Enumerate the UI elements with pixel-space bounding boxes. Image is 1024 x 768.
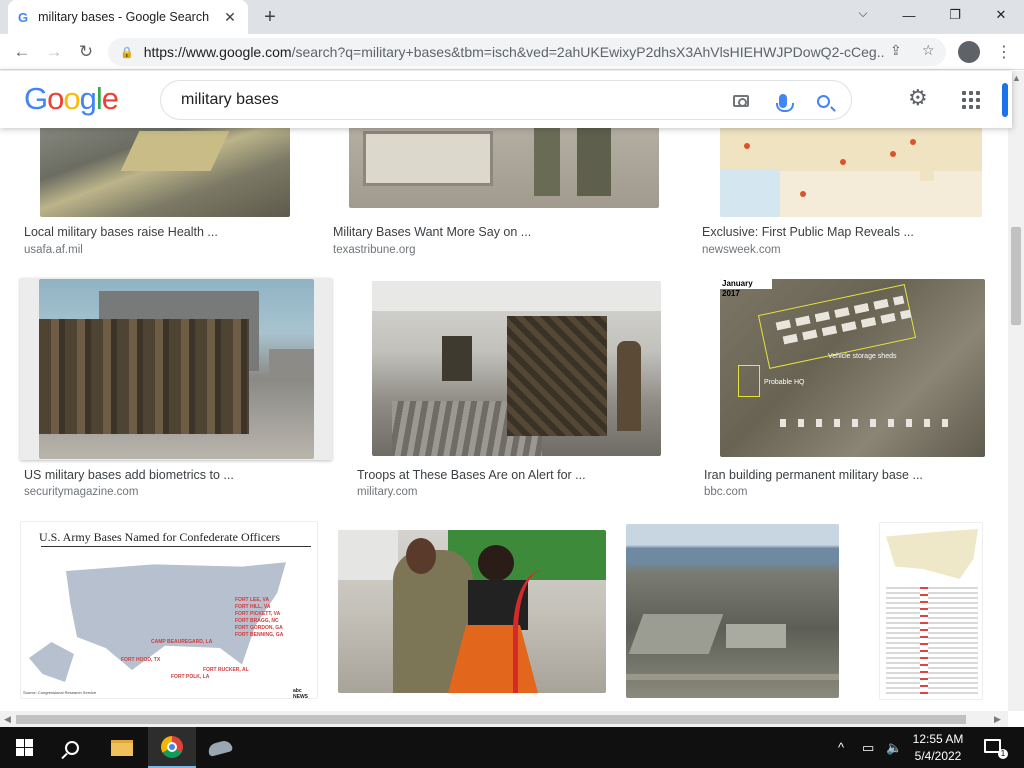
result-image-7[interactable]: U.S. Army Bases Named for Confederate Of… [20, 521, 318, 699]
tab-close-icon[interactable]: ✕ [222, 9, 238, 26]
logo-letter: g [79, 81, 97, 116]
result-source[interactable]: usafa.af.mil [24, 244, 83, 256]
search-icon [65, 740, 79, 755]
search-icon[interactable] [813, 91, 833, 111]
start-button[interactable] [0, 727, 48, 768]
google-logo[interactable]: Google [24, 81, 119, 117]
result-caption[interactable]: Troops at These Bases Are on Alert for .… [357, 468, 586, 482]
logo-letter: o [63, 81, 80, 116]
settings-gear-icon[interactable]: ⚙ [908, 85, 928, 111]
volume-icon[interactable]: 🔈 [886, 727, 902, 768]
result-caption[interactable]: Iran building permanent military base ..… [704, 468, 923, 482]
sign-in-button[interactable] [1002, 83, 1008, 117]
result-source[interactable]: securitymagazine.com [24, 486, 138, 498]
result-caption[interactable]: Military Bases Want More Say on ... [333, 225, 531, 239]
scroll-right-arrow-icon[interactable]: ▶ [994, 714, 1001, 725]
forward-button[interactable]: → [42, 40, 66, 64]
bookmark-star-icon[interactable]: ☆ [922, 42, 935, 59]
result-caption[interactable]: US military bases add biometrics to ... [24, 468, 234, 482]
windows-taskbar: ^ ▭ 🔈 12:55 AM 5/4/2022 1 [0, 727, 1024, 768]
result-source[interactable]: bbc.com [704, 486, 747, 498]
army-map-source: Source: Congressional Research Service [23, 690, 97, 695]
tab-search-chevron-icon[interactable]: ⌵ [852, 6, 874, 21]
microphone-icon[interactable] [773, 91, 794, 112]
army-map-title: U.S. Army Bases Named for Confederate Of… [39, 530, 281, 544]
network-icon[interactable]: ▭ [862, 727, 874, 768]
logo-letter: G [24, 81, 48, 116]
chrome-icon [161, 735, 183, 758]
reload-button[interactable]: ↻ [74, 40, 98, 64]
army-map-label: FORT HOOD, TX [121, 657, 161, 663]
search-box [160, 80, 852, 120]
google-favicon-icon: G [18, 9, 29, 25]
result-source[interactable]: texastribune.org [333, 244, 415, 256]
result-image-8[interactable] [338, 530, 606, 693]
clock-time: 12:55 AM [912, 732, 964, 746]
profile-avatar[interactable] [958, 41, 980, 63]
tab-google-search[interactable]: G military bases - Google Search ✕ [8, 0, 248, 34]
result-image-5[interactable] [372, 281, 661, 456]
mouse-app-button[interactable] [196, 727, 244, 768]
google-apps-icon[interactable] [962, 91, 980, 109]
windows-logo-icon [15, 739, 33, 756]
vertical-scroll-thumb[interactable] [1011, 227, 1021, 325]
browser-toolbar: ← → ↻ 🔒 https://www.google.com/search?q=… [0, 34, 1024, 70]
result-caption[interactable]: Exclusive: First Public Map Reveals ... [702, 225, 914, 239]
url-text: https://www.google.com/search?q=military… [143, 44, 884, 60]
minimize-button[interactable]: — [886, 0, 932, 30]
lock-icon[interactable]: 🔒 [120, 46, 134, 59]
army-map-labels: FORT LEE, VA FORT HILL, VA FORT PICKETT, V… [235, 597, 284, 638]
address-bar[interactable]: 🔒 https://www.google.com/search?q=milita… [108, 38, 946, 66]
result-image-6[interactable]: January 2017 Vehicle storage sheds Proba… [720, 279, 985, 457]
army-map-label: FORT RUCKER, AL [203, 667, 249, 673]
result-image-10[interactable] [879, 522, 983, 700]
image-results-grid: Local military bases raise Health ... us… [0, 71, 1008, 711]
new-tab-button[interactable]: + [258, 6, 282, 29]
close-window-button[interactable]: ✕ [978, 0, 1024, 30]
chrome-menu-icon[interactable]: ⋮ [996, 42, 1012, 62]
chrome-taskbar-button[interactable] [148, 727, 196, 768]
back-button[interactable]: ← [10, 40, 34, 64]
search-input[interactable] [181, 91, 721, 109]
restore-button[interactable]: ❐ [932, 0, 978, 30]
satellite-date-label: January 2017 [720, 279, 772, 298]
logo-letter: e [101, 81, 119, 116]
taskbar-search-button[interactable] [48, 727, 96, 768]
result-source[interactable]: military.com [357, 486, 417, 498]
scroll-up-arrow-icon[interactable]: ▲ [1012, 73, 1021, 83]
mouse-icon [206, 738, 234, 757]
result-image-4[interactable] [39, 279, 314, 459]
tab-title: military bases - Google Search [38, 10, 210, 24]
satellite-label: Vehicle storage sheds [828, 353, 897, 360]
army-map-label: FORT POLK, LA [171, 674, 210, 680]
abc-news-logo: abc NEWS [293, 688, 308, 699]
notification-count-badge: 1 [998, 749, 1008, 759]
scroll-left-arrow-icon[interactable]: ◀ [4, 714, 11, 725]
result-source[interactable]: newsweek.com [702, 244, 781, 256]
google-search-header: Google ⚙ [0, 71, 1012, 128]
clock-date: 5/4/2022 [914, 749, 962, 763]
tab-strip: G military bases - Google Search ✕ + ⌵ —… [0, 0, 1024, 34]
tray-chevron-icon[interactable]: ^ [838, 727, 844, 768]
logo-letter: o [47, 81, 64, 116]
file-explorer-button[interactable] [98, 727, 146, 768]
folder-icon [111, 739, 133, 756]
window-controls: — ❐ ✕ [886, 0, 1024, 30]
result-caption[interactable]: Local military bases raise Health ... [24, 225, 218, 239]
horizontal-scrollbar[interactable]: ◀ ▶ [0, 711, 1008, 727]
horizontal-scroll-thumb[interactable] [16, 715, 966, 724]
result-image-9[interactable] [626, 524, 839, 698]
vertical-scrollbar[interactable]: ▲ [1008, 71, 1024, 711]
share-icon[interactable]: ⇪ [890, 42, 902, 59]
army-map-label: CAMP BEAUREGARD, LA [151, 639, 213, 645]
satellite-label: Probable HQ [764, 379, 805, 386]
camera-search-icon[interactable] [731, 91, 751, 111]
taskbar-clock[interactable]: 12:55 AM 5/4/2022 [904, 731, 972, 765]
